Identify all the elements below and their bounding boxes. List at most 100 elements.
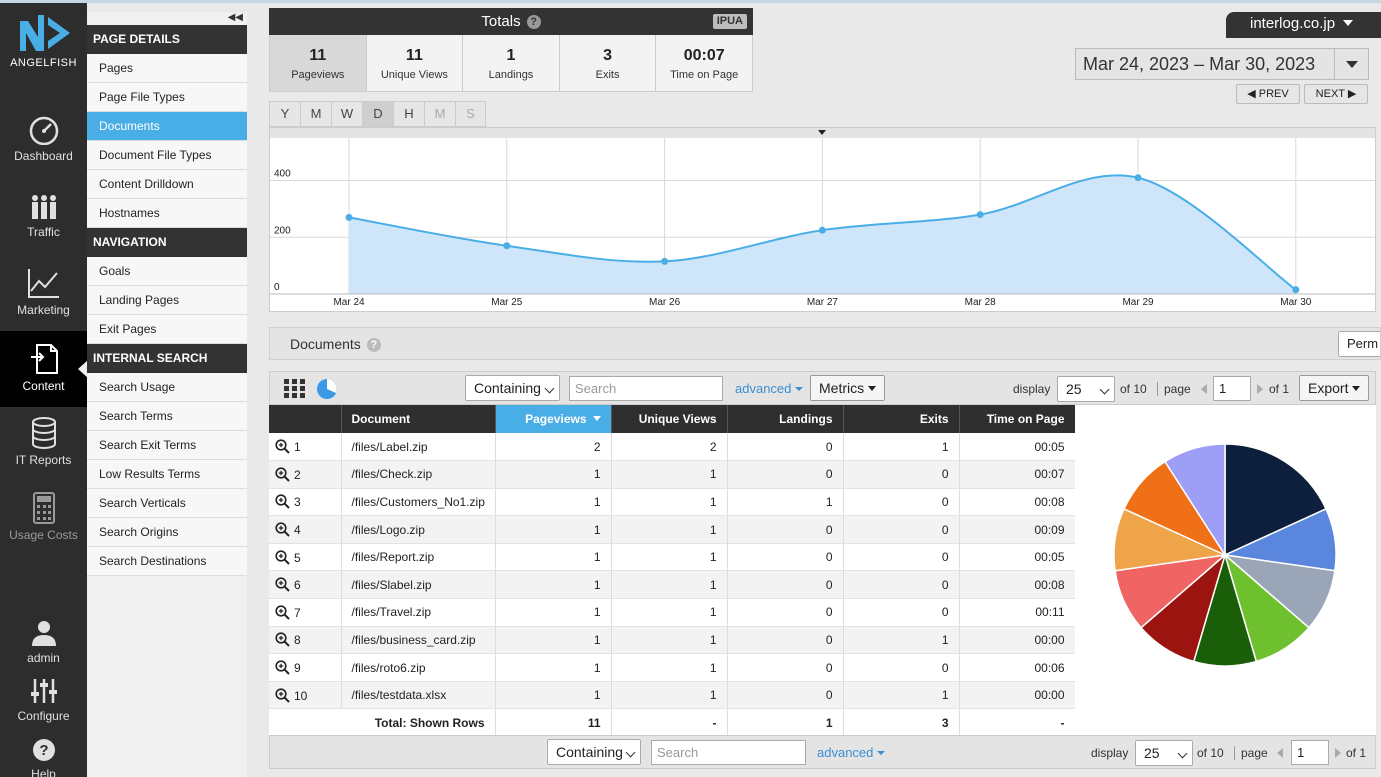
grid-view-icon[interactable] xyxy=(284,379,306,399)
export-button[interactable]: Export xyxy=(1299,375,1370,401)
row-index[interactable]: 3 xyxy=(269,488,342,517)
total-landings[interactable]: 1 Landings xyxy=(463,35,560,91)
search-input[interactable] xyxy=(569,376,723,401)
display-count-select[interactable]: 25 xyxy=(1135,740,1193,766)
table-row[interactable]: 9/files/roto6.zip 1 1 0 0 00:06 xyxy=(269,653,1076,682)
nav-dashboard[interactable]: Dashboard xyxy=(0,115,87,163)
chart-collapse-bar[interactable] xyxy=(270,128,1375,138)
nav-traffic[interactable]: Traffic xyxy=(0,193,87,239)
zoom-in-icon[interactable] xyxy=(275,550,290,565)
submenu-item-low-results-terms[interactable]: Low Results Terms xyxy=(87,460,247,489)
zoom-in-icon[interactable] xyxy=(275,688,290,703)
zoom-in-icon[interactable] xyxy=(275,605,290,620)
page-number-input[interactable] xyxy=(1213,376,1251,401)
submenu-item-search-destinations[interactable]: Search Destinations xyxy=(87,547,247,576)
granularity-day[interactable]: D xyxy=(362,101,393,127)
angelfish-logo[interactable]: ANGELFISH xyxy=(0,11,87,69)
metrics-button[interactable]: Metrics xyxy=(810,375,886,401)
submenu-item-documents[interactable]: Documents xyxy=(87,112,247,141)
date-range-picker[interactable]: Mar 24, 2023 – Mar 30, 2023 xyxy=(1075,48,1369,80)
prev-page-icon[interactable] xyxy=(1277,748,1283,758)
page-number-input[interactable] xyxy=(1291,740,1329,765)
row-index[interactable]: 2 xyxy=(269,460,342,489)
zoom-in-icon[interactable] xyxy=(275,577,290,592)
prev-button[interactable]: ◀ PREV xyxy=(1236,84,1300,104)
cell-document[interactable]: /files/roto6.zip xyxy=(341,653,496,682)
permalink-button[interactable]: Perm xyxy=(1338,331,1380,357)
cell-document[interactable]: /files/Slabel.zip xyxy=(341,570,496,600)
column-header-pageviews[interactable]: Pageviews xyxy=(495,405,612,433)
table-row[interactable]: 8/files/business_card.zip 1 1 0 1 00:00 xyxy=(269,626,1076,655)
submenu-item-search-exit-terms[interactable]: Search Exit Terms xyxy=(87,431,247,460)
column-header-time-on-page[interactable]: Time on Page xyxy=(959,405,1076,433)
next-page-icon[interactable] xyxy=(1335,748,1341,758)
nav-content[interactable]: Content xyxy=(0,331,88,407)
granularity-hour[interactable]: H xyxy=(393,101,424,127)
cell-document[interactable]: /files/business_card.zip xyxy=(341,626,496,655)
search-input[interactable] xyxy=(651,740,806,765)
table-row[interactable]: 1/files/Label.zip 2 2 0 1 00:05 xyxy=(269,433,1076,462)
total-unique-views[interactable]: 11 Unique Views xyxy=(367,35,464,91)
total-pageviews[interactable]: 11 Pageviews xyxy=(270,35,367,91)
submenu-item-hostnames[interactable]: Hostnames xyxy=(87,199,247,228)
help-icon[interactable]: ? xyxy=(366,338,381,352)
column-header-landings[interactable]: Landings xyxy=(727,405,844,433)
table-row[interactable]: 2/files/Check.zip 1 1 0 0 00:07 xyxy=(269,460,1076,489)
cell-document[interactable]: /files/Logo.zip xyxy=(341,515,496,544)
help-icon[interactable]: ? xyxy=(526,15,541,29)
next-button[interactable]: NEXT ▶ xyxy=(1304,84,1368,104)
nav-marketing[interactable]: Marketing xyxy=(0,267,87,317)
zoom-in-icon[interactable] xyxy=(275,522,290,537)
table-row[interactable]: 4/files/Logo.zip 1 1 0 0 00:09 xyxy=(269,515,1076,544)
collapse-submenu-button[interactable]: ◀◀ xyxy=(87,12,247,25)
prev-page-icon[interactable] xyxy=(1201,384,1207,394)
row-index[interactable]: 4 xyxy=(269,515,342,544)
row-index[interactable]: 7 xyxy=(269,598,342,627)
zoom-in-icon[interactable] xyxy=(275,439,290,454)
column-header-exits[interactable]: Exits xyxy=(843,405,960,433)
host-dropdown[interactable]: interlog.co.jp xyxy=(1226,12,1381,38)
submenu-item-goals[interactable]: Goals xyxy=(87,257,247,286)
cell-document[interactable]: /files/Customers_No1.zip xyxy=(341,488,496,517)
nav-usage-costs[interactable]: Usage Costs xyxy=(0,492,87,542)
table-row[interactable]: 6/files/Slabel.zip 1 1 0 0 00:08 xyxy=(269,570,1076,600)
pie-view-icon[interactable] xyxy=(316,378,338,400)
row-index[interactable]: 8 xyxy=(269,626,342,655)
total-exits[interactable]: 3 Exits xyxy=(560,35,657,91)
row-index[interactable]: 1 xyxy=(269,433,342,462)
submenu-item-document-file-types[interactable]: Document File Types xyxy=(87,141,247,170)
column-header-unique-views[interactable]: Unique Views xyxy=(611,405,728,433)
table-row[interactable]: 3/files/Customers_No1.zip 1 1 1 0 00:08 xyxy=(269,488,1076,517)
granularity-week[interactable]: W xyxy=(331,101,362,127)
row-index[interactable]: 6 xyxy=(269,570,342,600)
zoom-in-icon[interactable] xyxy=(275,467,290,482)
submenu-item-pages[interactable]: Pages xyxy=(87,54,247,83)
cell-document[interactable]: /files/Label.zip xyxy=(341,433,496,462)
filter-mode-select[interactable]: Containing xyxy=(465,375,560,401)
row-index[interactable]: 9 xyxy=(269,653,342,682)
row-index[interactable]: 10 xyxy=(269,681,342,710)
nav-admin[interactable]: admin xyxy=(0,619,87,665)
granularity-year[interactable]: Y xyxy=(269,101,300,127)
table-row[interactable]: 7/files/Travel.zip 1 1 0 0 00:11 xyxy=(269,598,1076,627)
cell-document[interactable]: /files/testdata.xlsx xyxy=(341,681,496,710)
granularity-month[interactable]: M xyxy=(300,101,331,127)
cell-document[interactable]: /files/Travel.zip xyxy=(341,598,496,627)
filter-mode-select[interactable]: Containing xyxy=(547,739,641,765)
zoom-in-icon[interactable] xyxy=(275,494,290,510)
table-row[interactable]: 10/files/testdata.xlsx 1 1 0 1 00:00 xyxy=(269,681,1076,710)
submenu-item-search-verticals[interactable]: Search Verticals xyxy=(87,489,247,518)
table-row[interactable]: 5/files/Report.zip 1 1 0 0 00:05 xyxy=(269,543,1076,572)
nav-it-reports[interactable]: IT Reports xyxy=(0,417,87,467)
total-time-on-page[interactable]: 00:07 Time on Page xyxy=(656,35,752,91)
column-header-document[interactable]: Document xyxy=(341,405,496,433)
ipua-badge[interactable]: IPUA xyxy=(712,14,747,29)
cell-document[interactable]: /files/Check.zip xyxy=(341,460,496,489)
row-index[interactable]: 5 xyxy=(269,543,342,572)
advanced-link[interactable]: advanced xyxy=(735,381,804,396)
advanced-link[interactable]: advanced xyxy=(817,745,886,760)
submenu-item-landing-pages[interactable]: Landing Pages xyxy=(87,286,247,315)
submenu-item-search-usage[interactable]: Search Usage xyxy=(87,373,247,402)
date-range-toggle[interactable] xyxy=(1334,49,1368,79)
next-page-icon[interactable] xyxy=(1257,384,1263,394)
